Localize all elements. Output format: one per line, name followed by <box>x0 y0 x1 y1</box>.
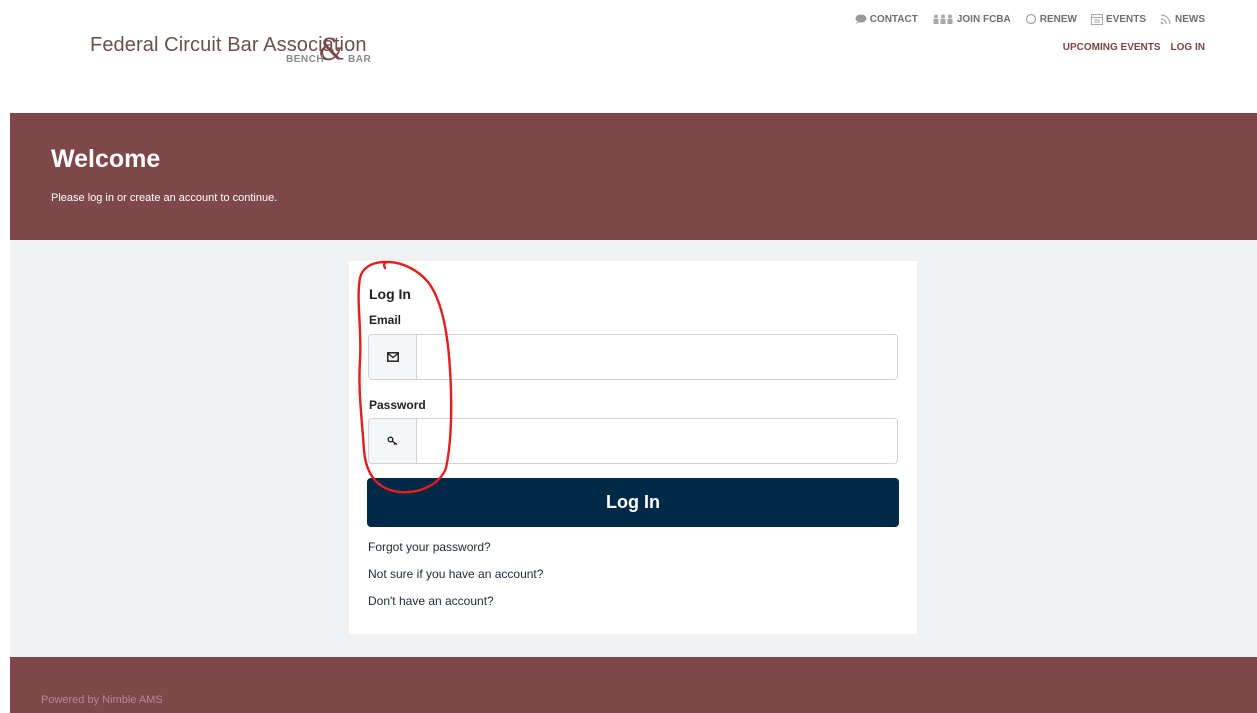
top-navigation: CONTACT JOIN FCBA RENEW EVENTS NEWS <box>841 10 1205 28</box>
account-check-link[interactable]: Not sure if you have an account? <box>368 567 543 581</box>
password-input[interactable] <box>417 419 897 463</box>
nav-events-label: EVENTS <box>1105 13 1146 25</box>
email-input[interactable] <box>417 335 897 379</box>
welcome-banner: Welcome Please log in or create an accou… <box>10 113 1257 240</box>
password-addon <box>369 419 417 463</box>
nav-news[interactable]: NEWS <box>1160 14 1205 25</box>
forgot-password-link[interactable]: Forgot your password? <box>368 540 491 554</box>
email-label: Email <box>369 313 402 327</box>
page: Federal Circuit Bar Association & BENCH … <box>0 0 1257 713</box>
email-addon <box>369 335 417 379</box>
nav-log-in[interactable]: LOG IN <box>1171 42 1205 53</box>
main-content: Log In Email Password Log In Forgot your… <box>10 240 1257 657</box>
login-card: Log In Email Password Log In Forgot your… <box>349 261 917 634</box>
nav-join-fcba[interactable]: JOIN FCBA <box>932 14 1011 25</box>
email-input-group <box>368 334 898 380</box>
nav-news-label: NEWS <box>1175 13 1205 25</box>
nav-join-fcba-label: JOIN FCBA <box>956 13 1011 25</box>
calendar-icon <box>1090 13 1103 25</box>
secondary-navigation: UPCOMING EVENTS LOG IN <box>1053 42 1205 53</box>
rss-icon <box>1160 13 1171 24</box>
site-logo[interactable]: Federal Circuit Bar Association & BENCH … <box>90 30 450 76</box>
password-label: Password <box>369 398 426 412</box>
nav-events[interactable]: EVENTS <box>1090 13 1146 25</box>
chat-bubble-icon <box>855 14 867 24</box>
people-icon <box>933 14 953 24</box>
refresh-circle-icon <box>1025 13 1036 25</box>
logo-bench-text: BENCH <box>286 54 325 65</box>
nav-contact[interactable]: CONTACT <box>855 14 918 25</box>
nav-renew[interactable]: RENEW <box>1025 13 1077 25</box>
logo-bar-text: BAR <box>348 54 372 65</box>
create-account-link[interactable]: Don't have an account? <box>368 594 494 608</box>
site-footer: Powered by Nimble AMS <box>10 657 1257 713</box>
envelope-icon <box>386 352 399 362</box>
nav-renew-label: RENEW <box>1039 13 1077 25</box>
nav-upcoming-events[interactable]: UPCOMING EVENTS <box>1063 42 1161 53</box>
page-title: Welcome <box>51 145 161 173</box>
footer-powered-by: Powered by Nimble AMS <box>41 694 163 706</box>
nav-contact-label: CONTACT <box>869 13 918 25</box>
login-title: Log In <box>369 286 411 302</box>
password-input-group <box>368 418 898 464</box>
key-icon <box>387 436 397 446</box>
log-in-button[interactable]: Log In <box>367 478 899 527</box>
page-subtitle: Please log in or create an account to co… <box>51 192 278 204</box>
